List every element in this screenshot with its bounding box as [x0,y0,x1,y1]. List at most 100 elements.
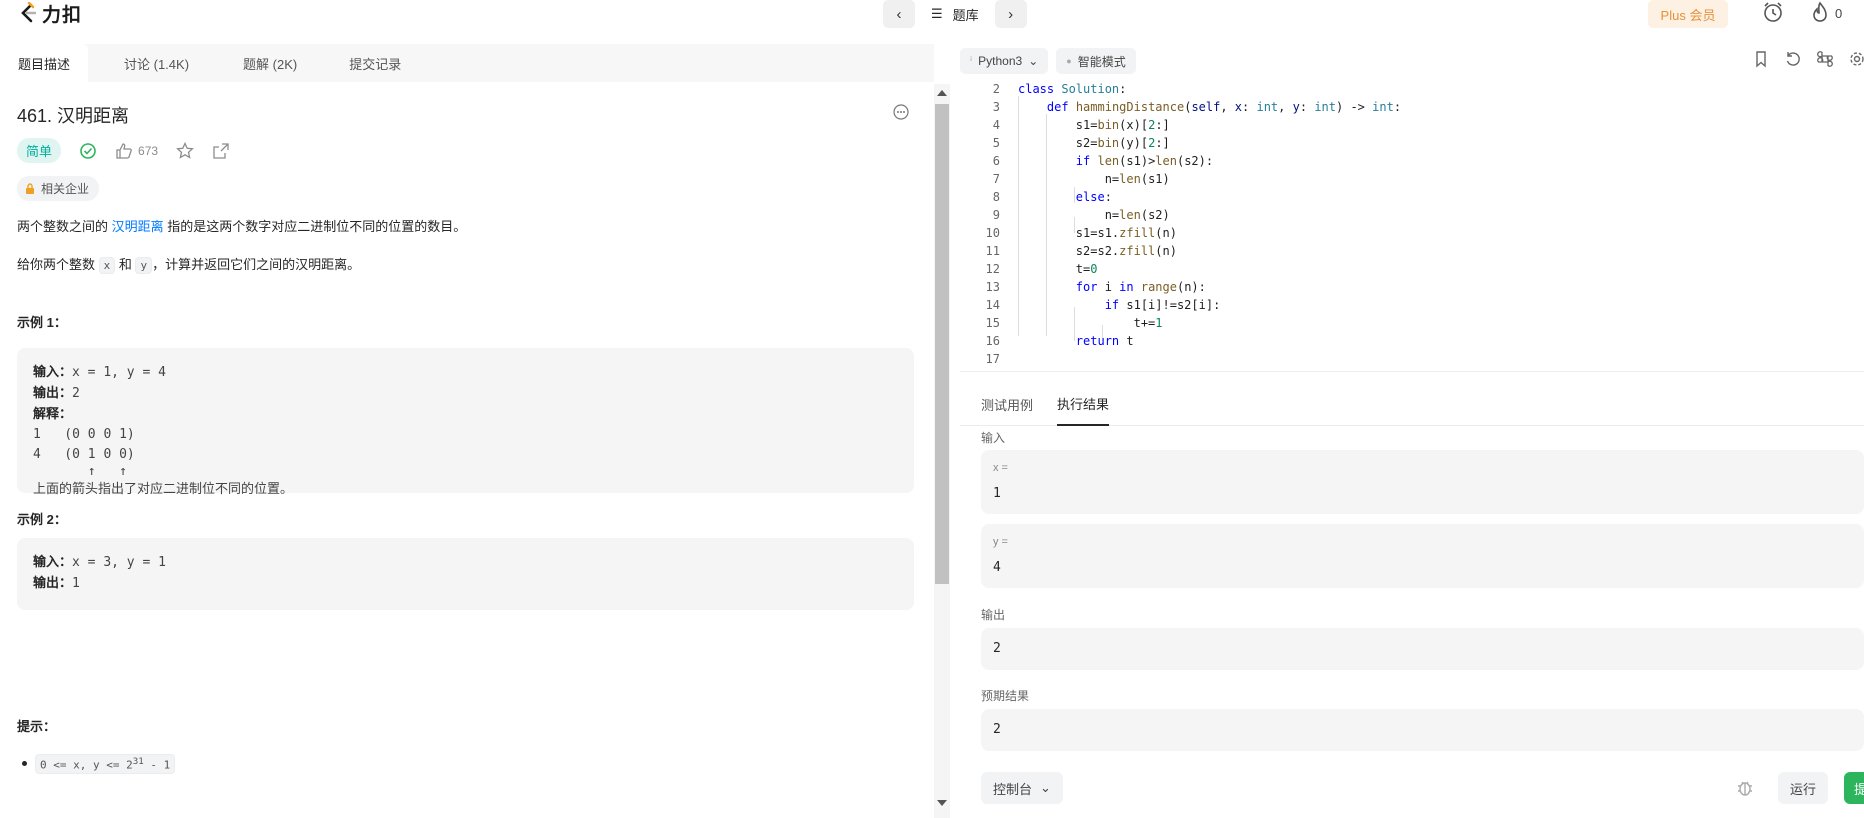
input-y-box: y = 4 [981,524,1864,588]
code-x: x [98,257,116,274]
code-text: class Solution: [1018,82,1127,96]
streak-count: 0 [1835,6,1843,21]
alarm-clock-icon[interactable] [1762,1,1784,23]
tab-testcase[interactable]: 测试用例 [981,384,1033,426]
code-line: 15 t+=1 [960,316,1163,334]
scroll-down-arrow-icon[interactable] [937,800,947,806]
bullet [22,761,27,767]
shortcut-command-icon[interactable] [1816,50,1834,68]
logo[interactable]: 力扣 [18,0,82,26]
line-number: 13 [985,280,1000,294]
p2-text-mid: 和 [115,257,136,272]
language-select[interactable]: ⁱ Python3 ⌄ [960,48,1049,74]
star-icon[interactable] [176,141,194,160]
example-1-title: 示例 1： [17,315,67,330]
ex1-output-value: 2 [72,386,80,401]
problem-list-label: 题库 [952,7,979,23]
code-text: s2=s2.zfill(n) [1018,244,1177,258]
result-tabs: 测试用例 执行结果 [960,384,1864,426]
code-line: 16 return t [960,334,1134,352]
p2-text-after: ，计算并返回它们之间的汉明距离。 [152,257,361,272]
submit-button[interactable]: 提 [1844,772,1864,804]
code-line: 7 n=len(s1) [960,172,1170,190]
ex2-output-label: 输出： [33,575,73,590]
next-problem-button[interactable]: › [994,0,1027,28]
line-number: 6 [992,154,1000,168]
code-line: 5 s2=bin(y)[2:] [960,136,1170,154]
input-label: 输入 [981,431,1006,445]
ex2-input-value: x = 3, y = 1 [72,555,166,570]
code-text: n=len(s2) [1018,208,1170,222]
debug-bug-icon[interactable] [1735,778,1755,798]
p1-text: 两个整数之间的 [17,219,112,234]
tab-result[interactable]: 执行结果 [1057,384,1110,426]
code-text: for i in range(n): [1075,280,1206,294]
mode-dot-icon: ● [1066,56,1072,66]
reset-icon[interactable] [1784,50,1802,68]
example-2-title: 示例 2： [17,512,67,527]
x-value: 1 [993,486,1001,501]
fire-icon[interactable] [1810,1,1830,23]
tab-discussion[interactable]: 讨论 (1.4K) [106,44,207,82]
run-button[interactable]: 运行 [1778,772,1828,804]
tab-submissions[interactable]: 提交记录 [331,44,419,82]
hamming-distance-link[interactable]: 汉明距离 [112,219,164,234]
scroll-up-arrow-icon[interactable] [937,90,947,96]
line-number: 2 [992,82,1000,96]
line-number: 12 [985,262,1000,276]
hint-tail: - 1 [143,758,171,772]
console-button[interactable]: 控制台 ⌄ [981,772,1063,804]
line-number: 5 [992,136,1000,150]
description-paragraph-2: 给你两个整数 x 和 y ，计算并返回它们之间的汉明距离。 [17,254,361,274]
description-paragraph-1: 两个整数之间的 汉明距离 指的是这两个数字对应二进制位不同的位置的数目。 [17,216,466,235]
chevron-down-icon: ⌄ [1028,54,1039,68]
problem-panel: 题目描述 讨论 (1.4K) 题解 (2K) 提交记录 461. 汉明距离 简单… [0,44,934,818]
like-button[interactable]: 673 [115,142,158,160]
problem-list-button[interactable]: ☰ 题库 [921,0,989,28]
scroll-thumb[interactable] [935,104,949,584]
line-number: 14 [985,298,1000,312]
editor-panel: ⁱ Python3 ⌄ ● 智能模式 2 class Solution: 3 de… [960,44,1864,818]
editor-tools [1752,50,1864,68]
smart-mode-toggle[interactable]: ● 智能模式 [1056,48,1136,74]
line-number: 8 [992,190,1000,204]
ex1-line-3: ↑ ↑ [33,464,127,479]
code-line: 13 for i in range(n): [960,280,1206,298]
editor-splitter[interactable] [960,376,1864,384]
output-box: 2 [981,628,1864,670]
hints-title: 提示： [17,719,57,734]
more-options-icon[interactable] [893,104,909,120]
ex1-note: 上面的箭头指出了对应二进制位不同的位置。 [33,481,294,496]
settings-gear-icon[interactable] [1848,50,1864,68]
description-scrollbar[interactable] [934,84,950,818]
p2-text: 给你两个整数 [17,257,99,272]
related-companies-tag[interactable]: 相关企业 [17,176,100,201]
y-key: y = [993,536,1008,548]
code-text: if s1[i]!=s2[i]: [1104,298,1221,312]
code-editor[interactable]: 2 class Solution: 3 def hammingDistance(s… [960,82,1864,372]
code-line: 6 if len(s1)>len(s2): [960,154,1213,172]
line-number: 15 [985,316,1000,330]
share-icon[interactable] [212,142,230,160]
tab-description[interactable]: 题目描述 [0,44,89,82]
prev-problem-button[interactable]: ‹ [883,0,915,28]
bookmark-icon[interactable] [1752,50,1770,68]
code-line: 10 s1=s1.zfill(n) [960,226,1177,244]
ex1-explain-label: 解释： [33,406,73,421]
panel-splitter[interactable] [952,44,960,818]
top-navbar: 力扣 ‹ ☰ 题库 › Plus 会员 0 [0,0,1864,28]
hint-sup: 31 [132,756,144,767]
example-1-box: 输入：x = 1, y = 4 输出：2 解释： 1 (0 0 0 1) 4 (… [17,348,914,496]
list-icon: ☰ [931,6,943,21]
problem-content: 461. 汉明距离 简单 673 相关企业 两个整数之间的 汉明距离 指的是这两… [0,82,934,818]
tab-solutions[interactable]: 题解 (2K) [225,44,315,82]
code-text: else: [1075,190,1112,204]
code-text: if len(s1)>len(s2): [1075,154,1214,168]
logo-text: 力扣 [42,4,83,26]
code-line: 2 class Solution: [960,82,1127,100]
ex1-input-value: x = 1, y = 4 [72,365,166,380]
plus-member-button[interactable]: Plus 会员 [1648,0,1728,28]
chevron-right-icon: › [1008,5,1014,23]
lock-icon [26,182,34,194]
code-text: s1=s1.zfill(n) [1018,226,1177,240]
